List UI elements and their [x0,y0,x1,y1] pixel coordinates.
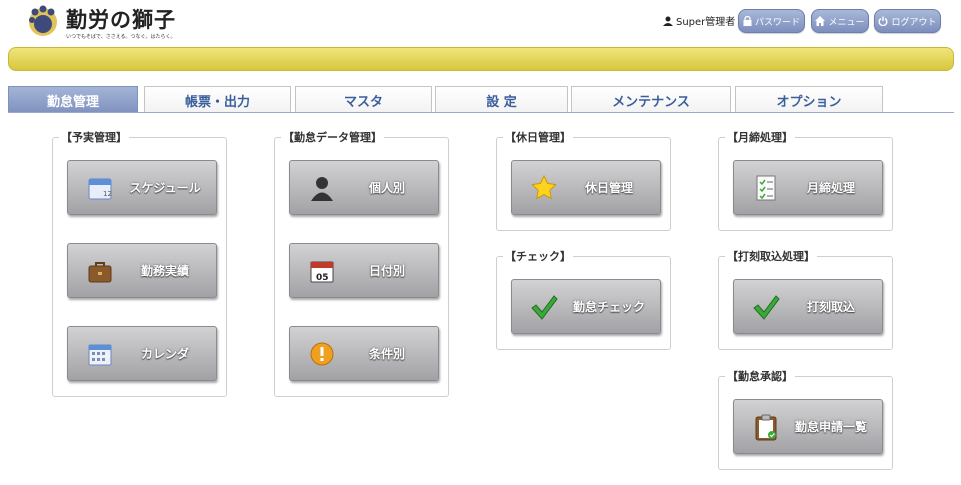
by-condition-button[interactable]: 条件別 [289,326,439,381]
main-tabs: 勤怠管理 帳票・出力 マスタ 設 定 メンテナンス オプション [8,86,954,113]
group-title: 【勤怠データ管理】 [281,129,384,145]
group-title: 【チェック】 [503,248,573,264]
lion-logo-icon [29,5,57,36]
calendar-label: カレンダ [140,347,189,361]
tab-options[interactable]: オプション [735,86,883,113]
group-title: 【打刻取込処理】 [725,248,817,264]
tab-maintenance[interactable]: メンテナンス [571,86,731,113]
schedule-label: スケジュール [129,181,201,195]
by-date-label: 日付別 [368,264,405,278]
by-person-label: 個人別 [368,181,405,195]
checkmark-icon [753,295,780,320]
password-button[interactable]: パスワード [738,9,805,33]
checkmark-icon [531,295,558,320]
group-title: 【勤怠承認】 [725,368,795,384]
by-person-button[interactable]: 個人別 [289,160,439,215]
briefcase-icon [88,262,112,283]
password-button-label: パスワード [754,17,800,28]
tab-reports[interactable]: 帳票・出力 [144,86,291,113]
monthly-close-button[interactable]: 月締処理 [733,160,883,215]
by-date-button[interactable]: 05 日付別 [289,243,439,298]
person-icon [311,177,333,201]
tab-master[interactable]: マスタ [295,86,432,113]
power-icon [879,16,888,26]
user-name: Super管理者 [676,17,736,28]
calendar-icon: 12 [88,178,112,200]
menu-button[interactable]: メニュー [811,9,869,33]
current-user: Super管理者 [663,13,735,28]
schedule-button[interactable]: 12 スケジュール [67,160,217,215]
logo-title: 勤労の獅子 [66,7,176,32]
notice-bar [8,47,954,71]
logo[interactable]: 勤労の獅子 いつでもそばで、ささえる。つなぐ。はたらく。 [26,3,196,43]
attendance-check-label: 勤怠チェック [572,300,645,314]
holiday-management-button[interactable]: 休日管理 [511,160,661,215]
group-title: 【予実管理】 [59,129,129,145]
checklist-icon [756,175,776,201]
punch-import-label: 打刻取込 [806,300,855,314]
date-calendar-icon: 05 [310,261,334,283]
group-title: 【休日管理】 [503,129,573,145]
calendar-button[interactable]: カレンダ [67,326,217,381]
request-list-label: 勤怠申請一覧 [794,420,867,434]
group-title: 【月締処理】 [725,129,795,145]
svg-text:12: 12 [103,190,112,198]
logout-button-label: ログアウト [891,17,937,28]
tab-underline [8,112,954,113]
request-list-button[interactable]: 勤怠申請一覧 [733,399,883,454]
star-icon [531,174,557,200]
clipboard-icon [755,414,777,441]
work-record-label: 勤務実績 [140,264,189,278]
logo-subtitle: いつでもそばで、ささえる。つなぐ。はたらく。 [66,34,176,40]
calendar-day: 05 [316,273,329,283]
user-icon [663,16,673,26]
monthly-close-label: 月締処理 [806,181,855,195]
menu-button-label: メニュー [828,17,865,28]
holiday-management-label: 休日管理 [584,181,633,195]
lock-icon [743,16,752,26]
work-record-button[interactable]: 勤務実績 [67,243,217,298]
calendar-grid-icon [88,344,112,366]
home-icon [815,16,826,26]
punch-import-button[interactable]: 打刻取込 [733,279,883,334]
attendance-check-button[interactable]: 勤怠チェック [511,279,661,334]
tab-settings[interactable]: 設 定 [435,86,568,113]
tab-kintai-kanri[interactable]: 勤怠管理 [8,86,138,113]
logout-button[interactable]: ログアウト [874,9,941,33]
warning-icon [310,342,334,366]
by-condition-label: 条件別 [368,347,405,361]
header: 勤労の獅子 いつでもそばで、ささえる。つなぐ。はたらく。 Super管理者 パス… [0,0,961,45]
